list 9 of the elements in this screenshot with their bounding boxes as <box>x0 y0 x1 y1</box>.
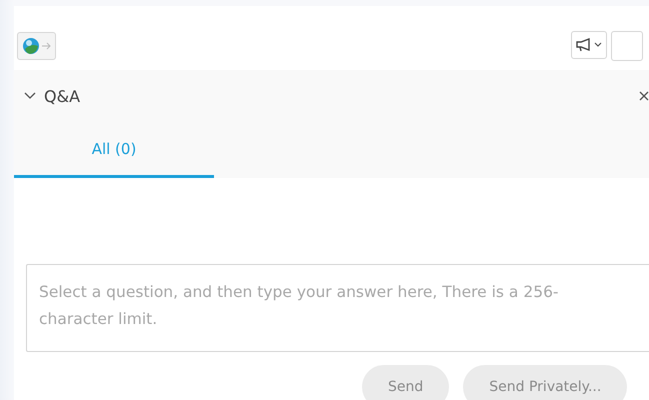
megaphone-icon <box>576 38 592 52</box>
tab[interactable]: All (0) <box>14 122 214 178</box>
arrow-right-icon <box>42 42 51 50</box>
answer-field[interactable]: Select a question, and then type your answer here, There is a 256-character limit. <box>26 264 649 352</box>
close-icon[interactable] <box>639 91 649 101</box>
globe-icon <box>22 37 40 55</box>
announce-button[interactable] <box>571 31 607 59</box>
chevron-down-icon[interactable] <box>24 92 36 100</box>
panel-title: Q&A <box>44 86 80 106</box>
